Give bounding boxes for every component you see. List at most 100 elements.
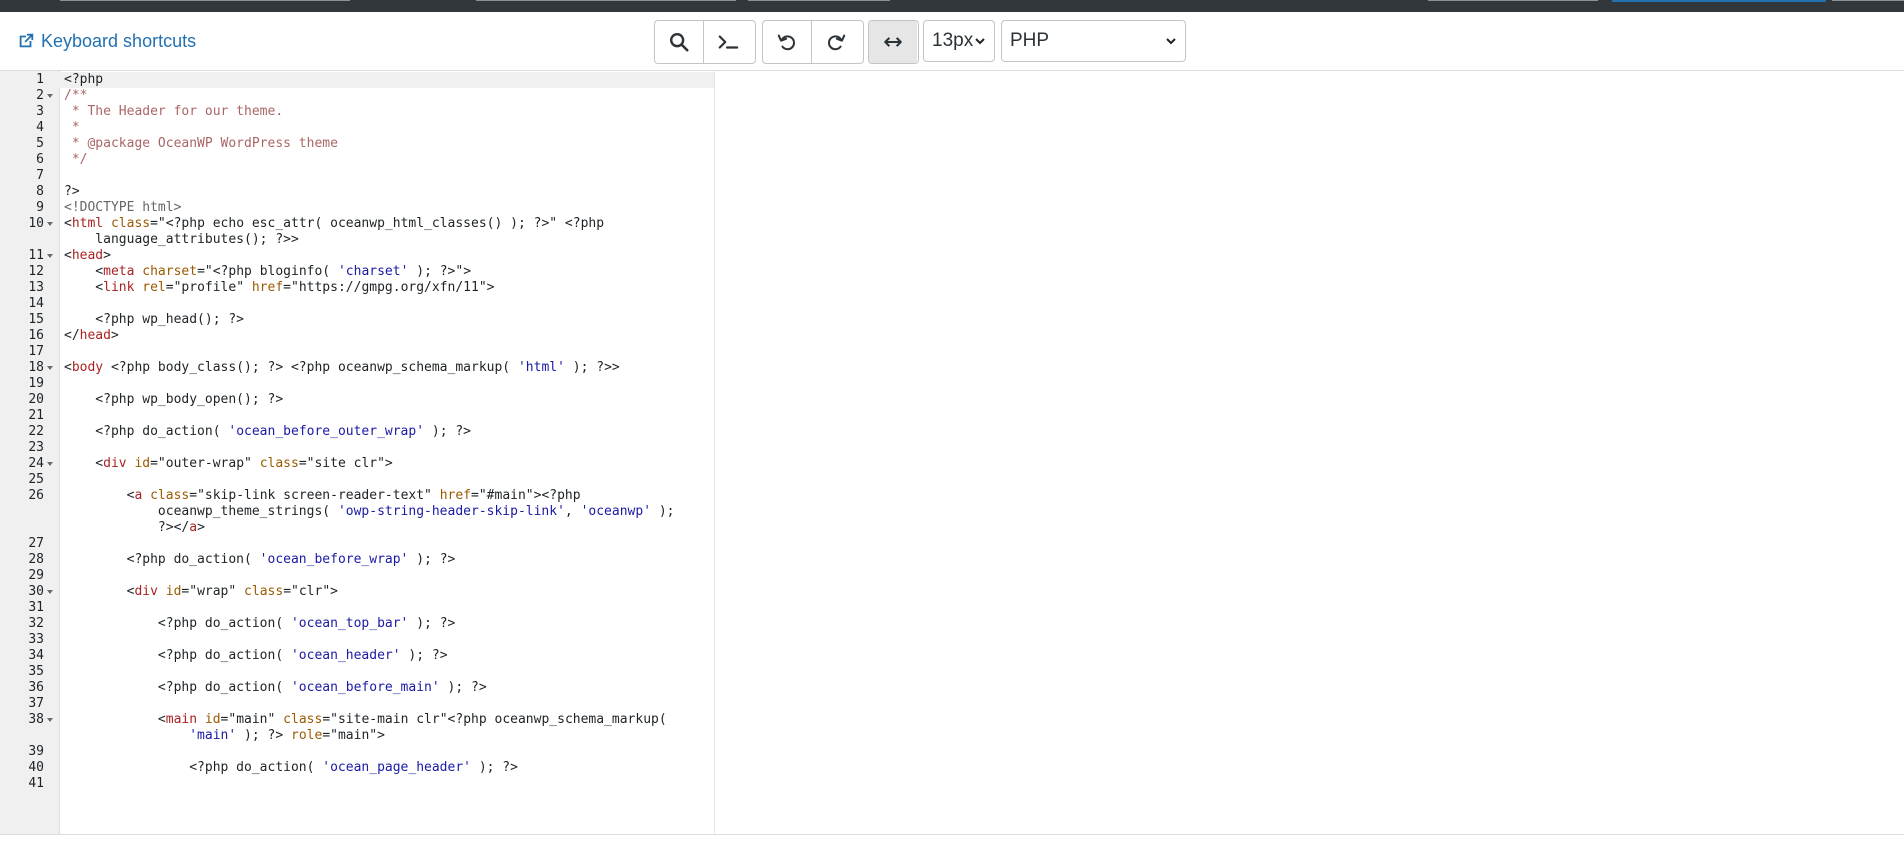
search-button[interactable] bbox=[655, 21, 703, 63]
line-number: 40 bbox=[28, 760, 44, 775]
fold-toggle-icon[interactable] bbox=[44, 248, 54, 264]
line-text: <main id="main" class="site-main clr"<?p… bbox=[64, 712, 667, 727]
code-line[interactable]: 19 bbox=[0, 376, 714, 392]
code-line[interactable]: 2 /** bbox=[0, 88, 714, 104]
code-line[interactable]: 10 <html class="<?php echo esc_attr( ocea… bbox=[0, 216, 714, 232]
code-line[interactable]: 28 <?php do_action( 'ocean_before_wrap' … bbox=[0, 552, 714, 568]
line-number: 17 bbox=[28, 344, 44, 359]
line-number: 1 bbox=[36, 72, 44, 87]
language-select[interactable]: PHP bbox=[1001, 20, 1186, 62]
code-line[interactable]: 31 bbox=[0, 600, 714, 616]
code-line[interactable]: 30 <div id="wrap" class="clr"> bbox=[0, 584, 714, 600]
redo-button[interactable] bbox=[811, 21, 859, 63]
code-line[interactable]: 5 * @package OceanWP WordPress theme bbox=[0, 136, 714, 152]
code-line[interactable]: 22 <?php do_action( 'ocean_before_outer_… bbox=[0, 424, 714, 440]
code-line[interactable]: 23 bbox=[0, 440, 714, 456]
code-line[interactable]: 21 bbox=[0, 408, 714, 424]
fold-toggle-icon[interactable] bbox=[44, 360, 54, 376]
code-editor[interactable]: 1 <?php 2/** 3 * The Header for our theme. 4… bbox=[0, 71, 1904, 835]
code-line[interactable]: 15 <?php wp_head(); ?> bbox=[0, 312, 714, 328]
line-text bbox=[54, 600, 64, 616]
keyboard-shortcuts-link[interactable]: Keyboard shortcuts bbox=[17, 29, 196, 53]
code-line[interactable]: 4 * bbox=[0, 120, 714, 136]
terminal-button[interactable] bbox=[703, 21, 751, 63]
line-number: 23 bbox=[28, 440, 44, 455]
code-line[interactable]: 33 bbox=[0, 632, 714, 648]
line-text: <div id="outer-wrap" class="site clr"> bbox=[64, 456, 393, 471]
code-line[interactable]: 14 bbox=[0, 296, 714, 312]
code-line[interactable]: 32 <?php do_action( 'ocean_top_bar' ); ?… bbox=[0, 616, 714, 632]
fold-toggle-icon[interactable] bbox=[44, 712, 54, 728]
line-text: ?></a> bbox=[64, 520, 205, 535]
code-line[interactable]: 8 ?> bbox=[0, 184, 714, 200]
line-number: 20 bbox=[28, 392, 44, 407]
line-number: 29 bbox=[28, 568, 44, 583]
code-line[interactable]: 34 <?php do_action( 'ocean_header' ); ?> bbox=[0, 648, 714, 664]
code-content[interactable]: 1 <?php 2/** 3 * The Header for our theme. 4… bbox=[0, 72, 714, 792]
code-line[interactable]: 12 <meta charset="<?php bloginfo( 'chars… bbox=[0, 264, 714, 280]
code-line[interactable]: 20 <?php wp_body_open(); ?> bbox=[0, 392, 714, 408]
line-text: <?php do_action( 'ocean_header' ); ?> bbox=[64, 648, 448, 663]
code-line[interactable]: 9 <!DOCTYPE html> bbox=[0, 200, 714, 216]
code-line[interactable]: 37 bbox=[0, 696, 714, 712]
code-line[interactable]: 39 bbox=[0, 744, 714, 760]
keyboard-shortcuts-label: Keyboard shortcuts bbox=[41, 31, 197, 51]
code-line[interactable]: 11 <head> bbox=[0, 248, 714, 264]
code-line[interactable]: 27 bbox=[0, 536, 714, 552]
line-text bbox=[54, 376, 64, 392]
code-line[interactable]: 6 */ bbox=[0, 152, 714, 168]
code-line[interactable]: oceanwp_theme_strings( 'owp-string-heade… bbox=[0, 504, 714, 520]
code-line[interactable]: 35 bbox=[0, 664, 714, 680]
line-number: 31 bbox=[28, 600, 44, 615]
line-text bbox=[54, 776, 64, 792]
code-line[interactable]: 25 bbox=[0, 472, 714, 488]
code-line[interactable]: 36 <?php do_action( 'ocean_before_main' … bbox=[0, 680, 714, 696]
line-wrap-toggle-button[interactable] bbox=[869, 21, 917, 63]
code-line[interactable]: 17 bbox=[0, 344, 714, 360]
code-line[interactable]: 16 </head> bbox=[0, 328, 714, 344]
line-text: <?php do_action( 'ocean_before_main' ); … bbox=[64, 680, 487, 695]
code-line[interactable]: language_attributes(); ?>> bbox=[0, 232, 714, 248]
code-line[interactable]: 18 <body <?php body_class(); ?> <?php oce… bbox=[0, 360, 714, 376]
line-number: 28 bbox=[28, 552, 44, 567]
code-line[interactable]: 1 <?php bbox=[0, 72, 714, 88]
line-text: */ bbox=[64, 152, 88, 167]
code-line[interactable]: 13 <link rel="profile" href="https://gmp… bbox=[0, 280, 714, 296]
code-line[interactable]: 24 <div id="outer-wrap" class="site clr"… bbox=[0, 456, 714, 472]
top-bar-element bbox=[476, 0, 736, 1]
undo-button[interactable] bbox=[763, 21, 811, 63]
code-line[interactable]: 'main' ); ?> role="main"> bbox=[0, 728, 714, 744]
font-size-select[interactable]: 13px bbox=[923, 20, 995, 62]
code-line[interactable]: ?></a> bbox=[0, 520, 714, 536]
code-line[interactable]: 26 <a class="skip-link screen-reader-tex… bbox=[0, 488, 714, 504]
fold-toggle-icon[interactable] bbox=[44, 456, 54, 472]
line-number bbox=[0, 520, 44, 536]
fold-toggle-icon[interactable] bbox=[44, 88, 54, 104]
line-text: ?> bbox=[64, 184, 80, 199]
line-text: </head> bbox=[64, 328, 119, 343]
code-line[interactable]: 38 <main id="main" class="site-main clr"… bbox=[0, 712, 714, 728]
line-number: 3 bbox=[36, 104, 44, 119]
code-line[interactable]: 3 * The Header for our theme. bbox=[0, 104, 714, 120]
code-line[interactable]: 7 bbox=[0, 168, 714, 184]
top-bar-element bbox=[1428, 0, 1598, 1]
code-line[interactable]: 40 <?php do_action( 'ocean_page_header' … bbox=[0, 760, 714, 776]
line-number: 8 bbox=[36, 184, 44, 199]
code-line[interactable]: 29 bbox=[0, 568, 714, 584]
fold-toggle-icon[interactable] bbox=[44, 584, 54, 600]
code-line[interactable]: 41 bbox=[0, 776, 714, 792]
fold-toggle-icon[interactable] bbox=[44, 216, 54, 232]
chevron-down-icon bbox=[1166, 38, 1176, 45]
line-text: <head> bbox=[64, 248, 111, 263]
